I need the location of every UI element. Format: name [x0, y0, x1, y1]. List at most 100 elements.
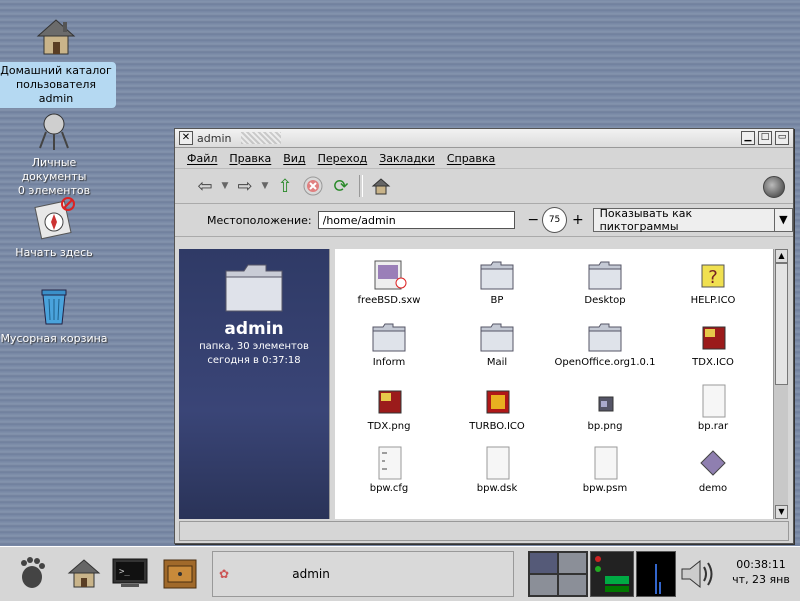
home-icon[interactable]: [367, 173, 395, 199]
file-name: freeBSD.sxw: [357, 295, 421, 306]
stop-icon[interactable]: [299, 173, 327, 199]
shade-button[interactable]: ▭: [775, 131, 789, 145]
taskbar: >_ ✿ admin 00:38:11 чт, 23 янв: [0, 546, 800, 601]
close-icon[interactable]: ✕: [179, 131, 193, 145]
desktop-icon-home[interactable]: Домашний каталог пользователя admin: [0, 12, 116, 108]
file-name: TURBO.ICO: [469, 421, 525, 432]
workspace-3[interactable]: [529, 574, 558, 596]
file-name: HELP.ICO: [690, 295, 736, 306]
clock-date: чт, 23 янв: [732, 573, 790, 586]
side-panel-name: admin: [224, 319, 284, 339]
desktop-icon-documents[interactable]: Личные документы 0 элементов: [0, 104, 114, 200]
file-manager-window[interactable]: ✕ admin ▁ □ ▭ Файл Правка Вид Переход За…: [174, 128, 794, 544]
file-item[interactable]: TURBO.ICO: [443, 383, 551, 432]
trash-icon: [30, 280, 78, 328]
menu-bookmarks[interactable]: Закладки: [379, 152, 435, 165]
desktop-icon-trash[interactable]: Мусорная корзина: [0, 280, 114, 348]
tdx-icon: [695, 319, 731, 355]
file-item[interactable]: Inform: [335, 319, 443, 368]
icon-view[interactable]: freeBSD.sxw BP Desktop ? HELP.ICO Inform: [335, 249, 773, 519]
file-item[interactable]: OpenOffice.org1.0.1: [551, 319, 659, 368]
file-item[interactable]: Desktop: [551, 257, 659, 306]
file-name: TDX.ICO: [692, 357, 734, 368]
desktop-icon-label: пользователя admin: [15, 78, 97, 105]
file-item[interactable]: bpw.cfg: [335, 445, 443, 494]
menu-go[interactable]: Переход: [318, 152, 368, 165]
workspace-4[interactable]: [558, 574, 587, 596]
forward-history-chevron-icon[interactable]: ▼: [259, 173, 271, 199]
file-item[interactable]: bp.rar: [659, 383, 767, 432]
reload-icon[interactable]: ⟳: [327, 173, 355, 199]
file-name: bpw.cfg: [369, 483, 409, 494]
file-item[interactable]: BP: [443, 257, 551, 306]
minimize-button[interactable]: ▁: [741, 131, 755, 145]
forward-icon[interactable]: ⇨: [231, 173, 259, 199]
menu-file[interactable]: Файл: [187, 152, 217, 165]
file-item[interactable]: ? HELP.ICO: [659, 257, 767, 306]
side-panel-info: папка, 30 элементов: [199, 341, 309, 352]
file-item[interactable]: bpw.psm: [551, 445, 659, 494]
menu-view[interactable]: Вид: [283, 152, 305, 165]
up-icon[interactable]: ⇧: [271, 173, 299, 199]
file-name: Desktop: [584, 295, 626, 306]
volume-icon[interactable]: [678, 557, 718, 591]
file-item[interactable]: TDX.ICO: [659, 319, 767, 368]
back-history-chevron-icon[interactable]: ▼: [219, 173, 231, 199]
scroll-down-icon[interactable]: ▼: [775, 505, 788, 519]
file-item[interactable]: Mail: [443, 319, 551, 368]
zoom-level[interactable]: 75: [541, 207, 568, 233]
back-icon[interactable]: ⇦: [191, 173, 219, 199]
view-as-select[interactable]: Показывать как пиктограммы ▼: [592, 207, 793, 233]
scroll-thumb[interactable]: [775, 263, 788, 385]
taskbar-window-button[interactable]: ✿ admin: [212, 551, 514, 597]
file-item[interactable]: TDX.png: [335, 383, 443, 432]
drawer-icon[interactable]: [158, 551, 202, 595]
menu-edit[interactable]: Правка: [229, 152, 271, 165]
scroll-up-icon[interactable]: ▲: [775, 249, 788, 263]
home-launcher-icon[interactable]: [62, 551, 106, 595]
window-titlebar[interactable]: ✕ admin ▁ □ ▭: [175, 129, 793, 148]
file-item[interactable]: bp.png: [551, 383, 659, 432]
vertical-scrollbar[interactable]: ▲ ▼: [773, 249, 788, 519]
diamond-icon: [695, 445, 731, 481]
chevron-down-icon: ▼: [773, 209, 792, 231]
side-panel: admin папка, 30 элементов сегодня в 0:37…: [179, 249, 329, 519]
clock[interactable]: 00:38:11 чт, 23 янв: [724, 557, 798, 587]
load-graph-icon: [636, 551, 676, 597]
location-input[interactable]: [317, 211, 515, 229]
system-monitor-icon[interactable]: [590, 551, 634, 597]
side-panel-date: сегодня в 0:37:18: [207, 355, 301, 366]
maximize-button[interactable]: □: [758, 131, 772, 145]
terminal-icon[interactable]: >_: [108, 551, 152, 595]
desktop-icon-start-here[interactable]: Начать здесь: [0, 194, 114, 262]
desktop-icon-label: Начать здесь: [15, 246, 93, 259]
desktop-icon-label: Домашний каталог: [0, 64, 112, 77]
home-icon: [32, 12, 80, 60]
file-name: OpenOffice.org1.0.1: [554, 357, 656, 368]
blank-file-icon: [479, 445, 515, 481]
gnome-foot-icon[interactable]: [10, 551, 54, 595]
menu-help[interactable]: Справка: [447, 152, 495, 165]
folder-icon: [222, 261, 286, 315]
zoom-level-value: 75: [548, 215, 561, 225]
toolbar: ⇦ ▼ ⇨ ▼ ⇧ ⟳: [175, 169, 793, 204]
compass-icon: [30, 194, 78, 242]
location-label: Местоположение:: [207, 213, 312, 227]
window-title: admin: [197, 131, 232, 145]
workspace-pager[interactable]: [528, 551, 588, 597]
file-item[interactable]: freeBSD.sxw: [335, 257, 443, 306]
workspace-1[interactable]: [529, 552, 558, 574]
zoom-out-button[interactable]: −: [527, 212, 540, 228]
titlebar-grip: [241, 132, 282, 144]
file-name: Mail: [486, 357, 508, 368]
zoom-in-button[interactable]: +: [571, 212, 584, 228]
file-item[interactable]: demo: [659, 445, 767, 494]
svg-text:>_: >_: [119, 567, 130, 577]
file-item[interactable]: bpw.dsk: [443, 445, 551, 494]
svg-text:?: ?: [708, 267, 718, 288]
file-name: TDX.png: [367, 421, 411, 432]
text-file-icon: [371, 445, 407, 481]
image-icon: [587, 383, 623, 419]
workspace-2[interactable]: [558, 552, 587, 574]
window-body: admin папка, 30 элементов сегодня в 0:37…: [179, 249, 789, 519]
